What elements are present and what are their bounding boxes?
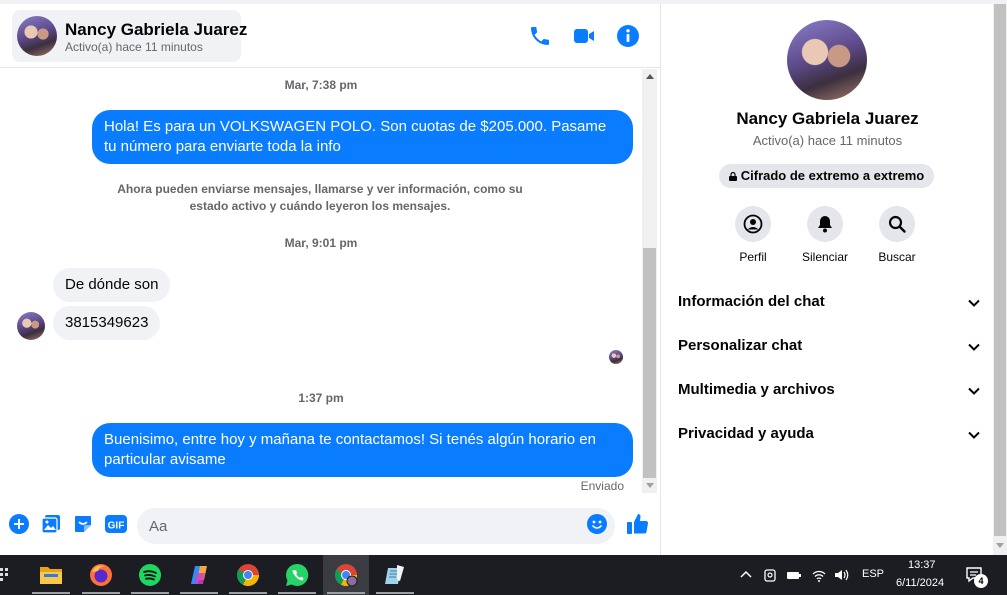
chrome-icon bbox=[237, 564, 259, 587]
contact-status: Activo(a) hace 11 minutos bbox=[65, 40, 203, 54]
spotify-icon bbox=[139, 564, 161, 586]
section-media-files[interactable]: Multimedia y archivos bbox=[669, 370, 981, 410]
message-scrollbar-thumb[interactable] bbox=[643, 248, 656, 478]
bell-icon bbox=[818, 216, 832, 233]
taskbar-chrome-profile[interactable] bbox=[323, 555, 369, 595]
chrome-profile-icon bbox=[335, 564, 358, 587]
lock-icon bbox=[728, 172, 737, 181]
scroll-down-arrow-icon[interactable] bbox=[646, 483, 654, 488]
chevron-down-icon bbox=[968, 387, 980, 395]
system-notice: Ahora pueden enviarse mensajes, llamarse… bbox=[117, 182, 523, 213]
timestamp: Mar, 7:38 pm bbox=[284, 78, 358, 92]
messenger-window: Nancy Gabriela Juarez Activo(a) hace 11 … bbox=[0, 0, 1007, 555]
chevron-up-icon[interactable] bbox=[738, 567, 754, 583]
section-label: Personalizar chat bbox=[678, 337, 803, 354]
firefox-icon bbox=[90, 564, 112, 586]
widgets-icon[interactable] bbox=[0, 567, 10, 583]
timestamp: 1:37 pm bbox=[298, 391, 344, 405]
panel-contact-status: Activo(a) hace 11 minutos bbox=[752, 133, 903, 148]
taskbar-copilot[interactable] bbox=[176, 555, 222, 595]
search-action-label: Buscar bbox=[878, 250, 916, 264]
notification-count: 4 bbox=[978, 576, 984, 586]
composer: GIF bbox=[0, 500, 660, 552]
page-scrollbar-thumb[interactable] bbox=[994, 4, 1006, 536]
sticker-icon[interactable] bbox=[73, 514, 93, 534]
message-list[interactable]: Mar, 7:38 pm Hola! Es para un VOLKSWAGEN… bbox=[0, 69, 642, 493]
message-outgoing[interactable]: Buenisimo, entre hoy y mañana te contact… bbox=[92, 423, 633, 477]
encryption-label: Cifrado de extremo a extremo bbox=[740, 168, 925, 183]
panel-avatar[interactable] bbox=[787, 20, 867, 100]
message-incoming[interactable]: De dónde son bbox=[53, 268, 171, 302]
profile-action-label: Perfil bbox=[739, 250, 767, 264]
battery-icon[interactable] bbox=[786, 567, 802, 583]
scroll-up-arrow-icon[interactable] bbox=[646, 74, 654, 79]
section-label: Información del chat bbox=[678, 293, 825, 310]
emoji-icon[interactable] bbox=[587, 514, 607, 534]
input-language[interactable]: ESP bbox=[862, 568, 884, 580]
chevron-down-icon bbox=[968, 343, 980, 351]
contact-header-button[interactable]: Nancy Gabriela Juarez Activo(a) hace 11 … bbox=[12, 10, 247, 62]
folder-icon bbox=[40, 567, 62, 584]
clock-time[interactable]: 13:37 bbox=[908, 559, 936, 571]
message-incoming[interactable]: 3815349623 bbox=[53, 306, 161, 340]
chevron-down-icon bbox=[968, 299, 980, 307]
profile-icon bbox=[743, 214, 763, 234]
taskbar-chrome[interactable] bbox=[225, 555, 271, 595]
info-icon[interactable] bbox=[616, 24, 640, 48]
copilot-icon bbox=[191, 566, 207, 584]
page-scroll-down-arrow-icon[interactable] bbox=[996, 543, 1004, 548]
section-label: Multimedia y archivos bbox=[678, 381, 835, 398]
whatsapp-icon bbox=[286, 563, 309, 586]
message-input[interactable] bbox=[137, 508, 615, 544]
taskbar-spotify[interactable] bbox=[127, 555, 173, 595]
panel-contact-name: Nancy Gabriela Juarez bbox=[736, 109, 919, 128]
notepad-icon bbox=[385, 565, 404, 584]
notification-badge: 4 bbox=[974, 574, 988, 588]
wifi-icon[interactable] bbox=[811, 567, 827, 583]
section-label: Privacidad y ayuda bbox=[678, 425, 814, 442]
gif-label: GIF bbox=[108, 521, 125, 532]
chat-info-panel: Nancy Gabriela Juarez Activo(a) hace 11 … bbox=[660, 4, 993, 555]
taskbar-file-explorer[interactable] bbox=[28, 555, 74, 595]
image-icon[interactable] bbox=[41, 514, 61, 534]
taskbar-notepad[interactable] bbox=[372, 555, 418, 595]
section-privacy-help[interactable]: Privacidad y ayuda bbox=[669, 414, 981, 454]
camera-tray-icon[interactable] bbox=[762, 567, 778, 583]
chevron-down-icon bbox=[968, 431, 980, 439]
search-action[interactable]: Buscar bbox=[867, 206, 927, 264]
taskbar-whatsapp[interactable] bbox=[274, 555, 320, 595]
sent-status: Enviado bbox=[580, 479, 624, 493]
video-call-icon[interactable] bbox=[572, 24, 596, 48]
section-chat-info[interactable]: Información del chat bbox=[669, 282, 981, 322]
mute-action[interactable]: Silenciar bbox=[795, 206, 855, 264]
taskbar: ESP 13:37 6/11/2024 4 bbox=[0, 555, 1007, 595]
chat-header: Nancy Gabriela Juarez Activo(a) hace 11 … bbox=[0, 4, 660, 68]
encryption-badge[interactable]: Cifrado de extremo a extremo bbox=[719, 164, 934, 188]
like-icon[interactable] bbox=[626, 512, 650, 536]
taskbar-firefox[interactable] bbox=[78, 555, 124, 595]
plus-icon[interactable] bbox=[9, 514, 29, 534]
mute-action-label: Silenciar bbox=[801, 250, 849, 264]
timestamp: Mar, 9:01 pm bbox=[284, 236, 358, 250]
contact-avatar bbox=[17, 16, 57, 56]
gif-icon[interactable]: GIF bbox=[105, 514, 127, 534]
section-customize-chat[interactable]: Personalizar chat bbox=[669, 326, 981, 366]
volume-icon[interactable] bbox=[833, 567, 849, 583]
clock-date[interactable]: 6/11/2024 bbox=[896, 577, 944, 589]
sender-avatar bbox=[17, 312, 45, 340]
contact-name: Nancy Gabriela Juarez bbox=[65, 20, 248, 39]
phone-icon[interactable] bbox=[528, 24, 552, 48]
read-receipt-avatar bbox=[609, 350, 623, 364]
search-icon bbox=[888, 215, 906, 233]
profile-action[interactable]: Perfil bbox=[723, 206, 783, 264]
message-outgoing[interactable]: Hola! Es para un VOLKSWAGEN POLO. Son cu… bbox=[92, 110, 633, 164]
